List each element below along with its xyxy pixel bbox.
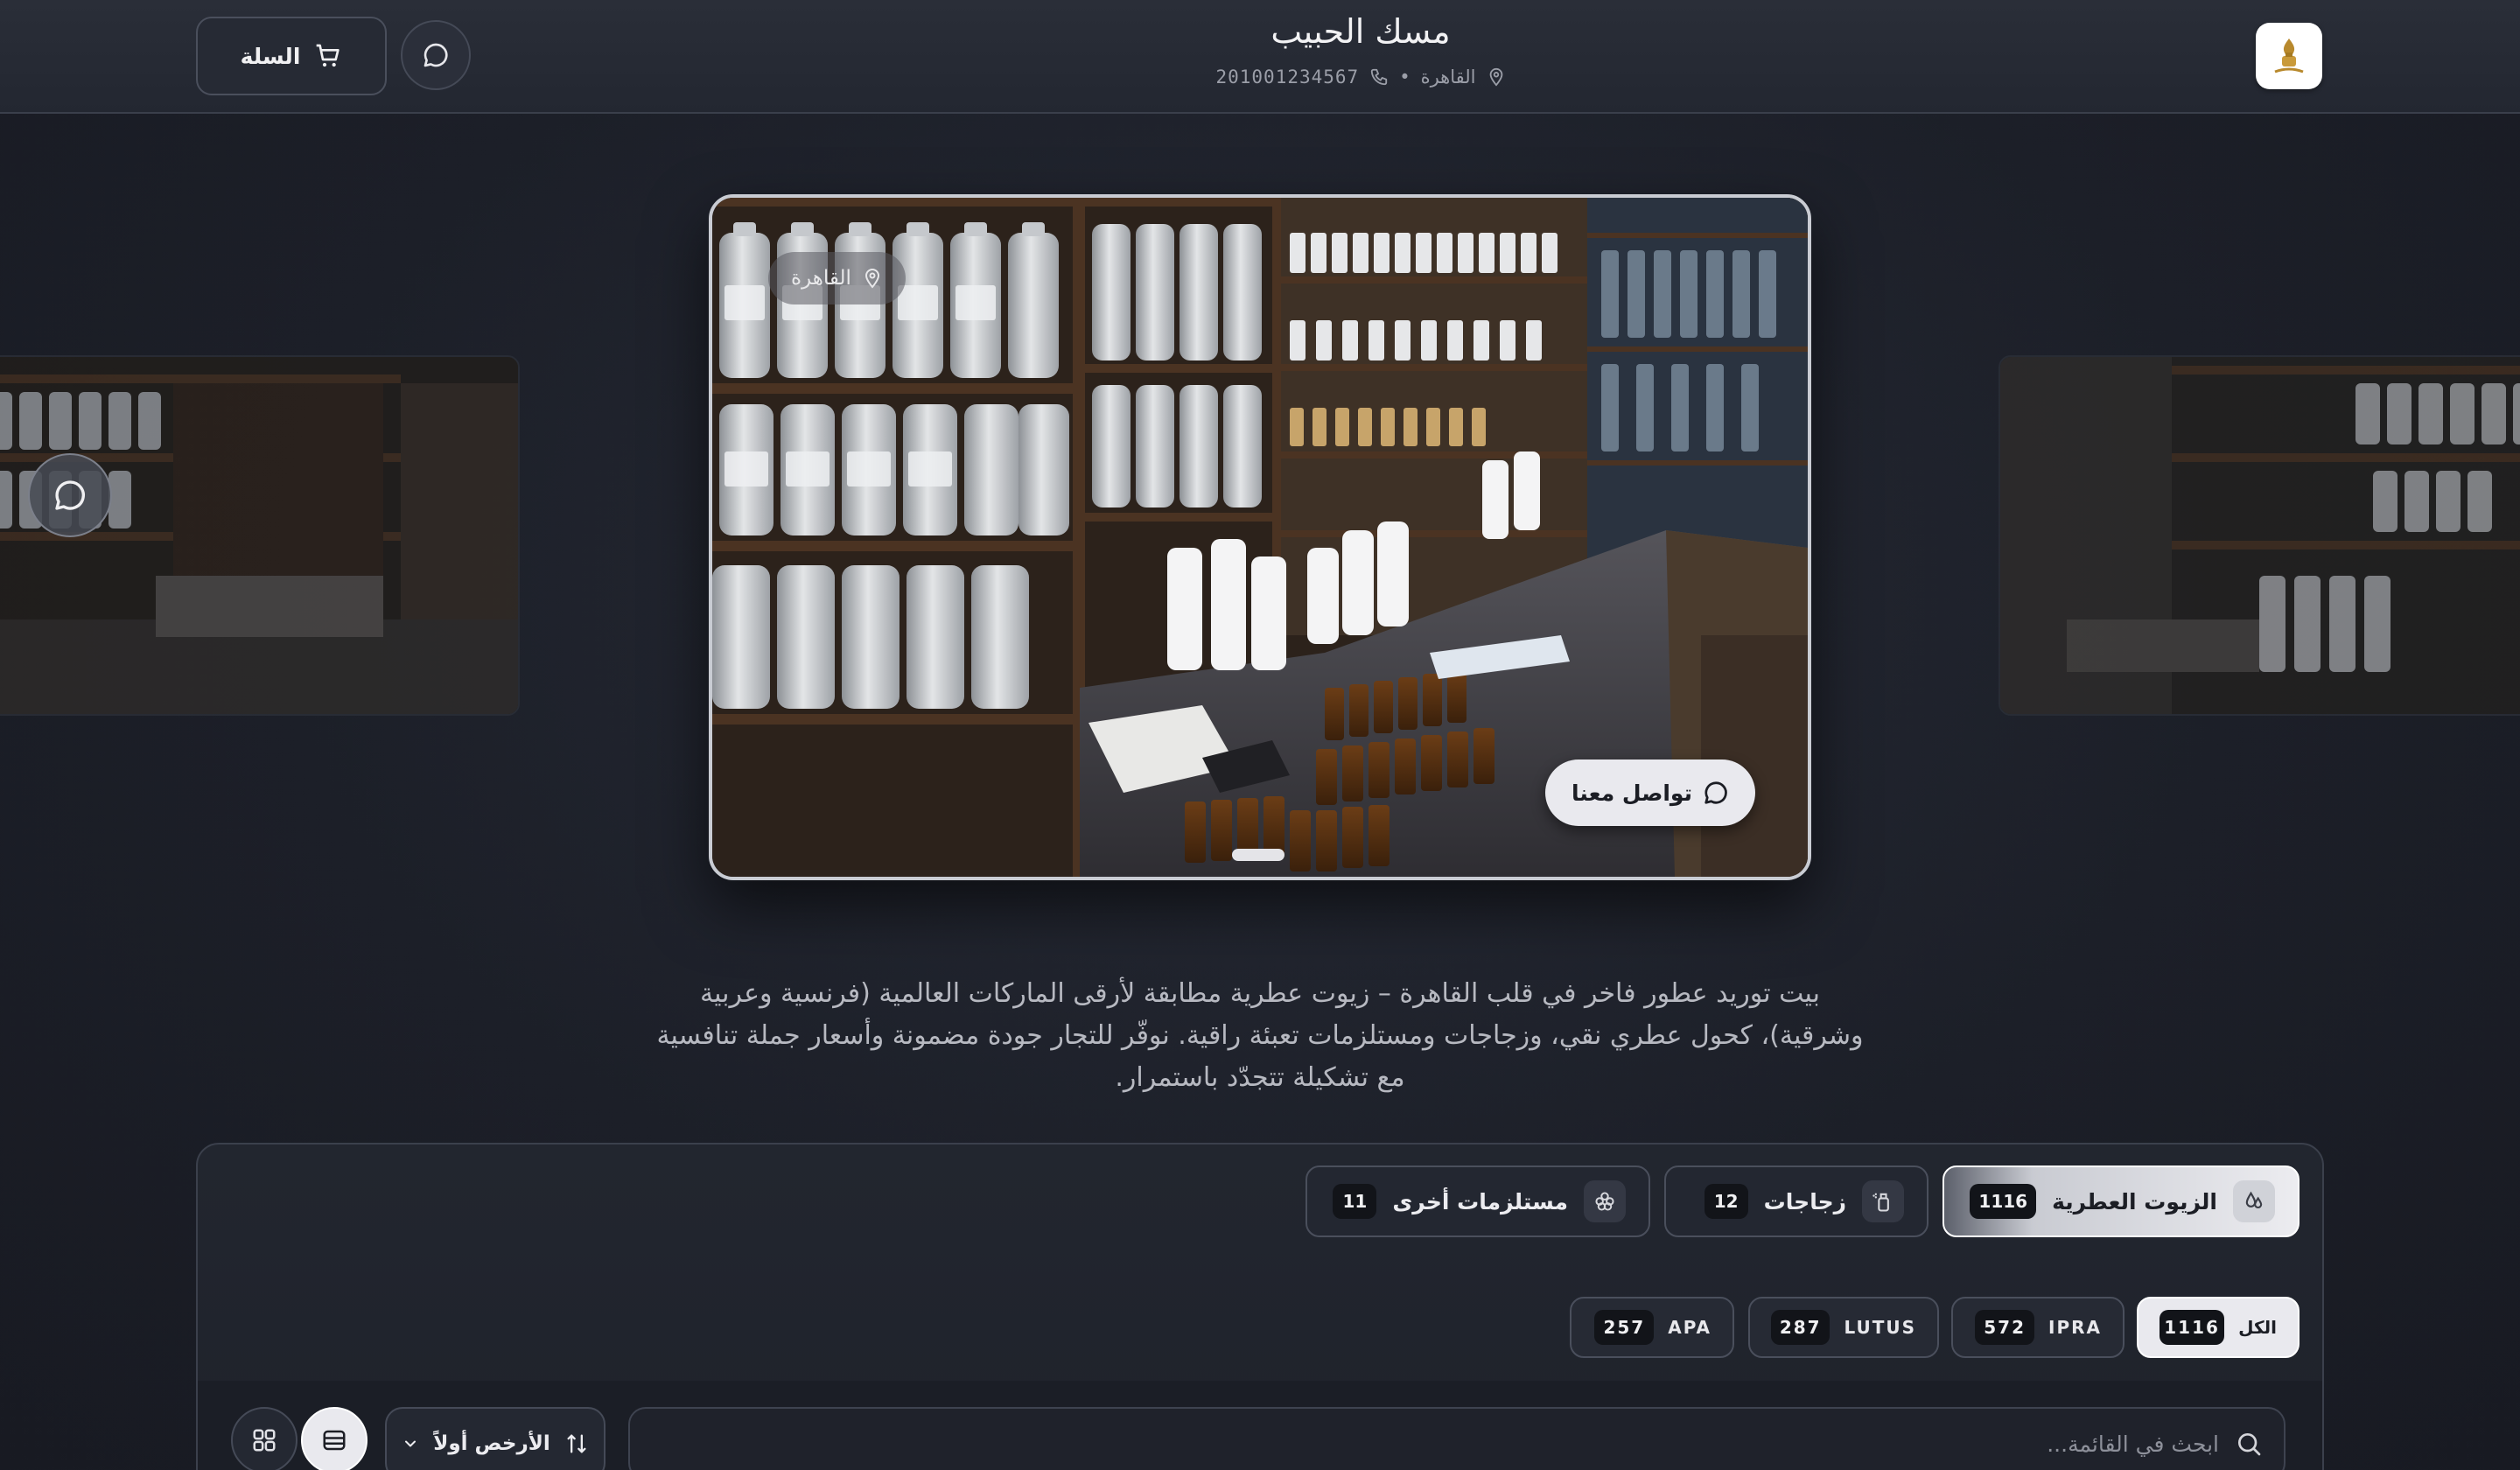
tab-count-badge: 1116 — [1970, 1184, 2037, 1219]
brand-logo-icon — [2274, 38, 2304, 74]
chat-bubble-icon — [1704, 781, 1727, 804]
meta-separator: • — [1399, 66, 1410, 88]
carousel-slide-active[interactable]: القاهرة تواصل معنا — [709, 194, 1811, 880]
brand-contact-line: القاهرة • 201001234567 — [1041, 66, 1680, 88]
carousel-dot-active[interactable] — [1232, 849, 1284, 861]
brand-location: القاهرة — [1420, 66, 1476, 88]
brand-chip-apa[interactable]: APA 257 — [1570, 1297, 1734, 1358]
top-header: مسك الحبيب القاهرة • 201001234567 السلة — [0, 0, 2520, 114]
spray-bottle-icon — [1862, 1180, 1904, 1222]
tab-other-supplies[interactable]: مستلزمات أخرى 11 — [1306, 1166, 1650, 1237]
tab-label: مستلزمات أخرى — [1392, 1188, 1568, 1214]
location-pin-icon — [1489, 67, 1502, 87]
list-view-icon — [323, 1430, 346, 1451]
sort-arrows-icon — [567, 1434, 586, 1453]
floating-chat-button[interactable] — [28, 453, 112, 537]
cart-button[interactable]: السلة — [196, 17, 387, 95]
brand-chip-ipra[interactable]: IPRA 572 — [1951, 1297, 2124, 1358]
grid-view-icon — [253, 1429, 276, 1452]
brand-count-badge: 287 — [1771, 1310, 1830, 1345]
grid-view-button[interactable] — [231, 1407, 298, 1470]
brand-chip-lutus[interactable]: LUTUS 287 — [1748, 1297, 1939, 1358]
brand-count-badge: 257 — [1594, 1310, 1655, 1345]
shop-photo-next — [2000, 357, 2520, 714]
location-chip-label: القاهرة — [791, 267, 851, 290]
tab-label: الزيوت العطرية — [2052, 1188, 2217, 1214]
contact-us-label: تواصل معنا — [1572, 780, 1692, 806]
carousel-pagination — [1232, 849, 1284, 861]
search-bar[interactable]: ابحث في القائمة... — [628, 1407, 2286, 1470]
phone-icon — [1371, 68, 1388, 86]
chevron-down-icon — [405, 1440, 416, 1447]
brand-count-badge: 572 — [1975, 1310, 2035, 1345]
tab-count-badge: 12 — [1704, 1184, 1748, 1219]
brand-count-badge: 1116 — [2160, 1310, 2225, 1345]
brand-logo[interactable] — [2256, 23, 2322, 89]
tab-essential-oils[interactable]: الزيوت العطرية 1116 — [1942, 1166, 2300, 1237]
brand-chip-label: IPRA — [2048, 1317, 2102, 1338]
brand-chip-label: APA — [1668, 1317, 1712, 1338]
chat-bubble-icon — [55, 480, 85, 510]
sort-button[interactable]: الأرخص أولاً — [385, 1407, 606, 1470]
cart-label: السلة — [240, 43, 301, 69]
drops-icon — [2233, 1180, 2275, 1222]
contact-us-button[interactable]: تواصل معنا — [1545, 760, 1755, 826]
sort-label: الأرخص أولاً — [433, 1432, 550, 1455]
search-placeholder: ابحث في القائمة... — [2047, 1431, 2219, 1457]
list-view-button[interactable] — [301, 1407, 368, 1470]
tab-label: زجاجات — [1763, 1188, 1846, 1214]
tab-bottles[interactable]: زجاجات 12 — [1664, 1166, 1928, 1237]
brand-name: مسك الحبيب — [1270, 12, 1451, 51]
store-description: بيت توريد عطور فاخر في قلب القاهرة – زيو… — [656, 978, 1864, 1093]
chat-button[interactable] — [401, 20, 471, 90]
flower-icon — [1584, 1180, 1626, 1222]
carousel-slide-next[interactable] — [1998, 355, 2520, 716]
brand-chip-label: LUTUS — [1844, 1317, 1916, 1338]
brand-chip-label: الكل — [2238, 1317, 2277, 1338]
tab-count-badge: 11 — [1333, 1184, 1377, 1219]
location-pin-icon — [864, 268, 879, 289]
chat-bubble-icon — [424, 43, 448, 67]
cart-icon — [317, 44, 340, 67]
brand-chip-all[interactable]: الكل 1116 — [2137, 1297, 2300, 1358]
brand-phone[interactable]: 201001234567 — [1215, 66, 1359, 88]
location-chip: القاهرة — [768, 252, 906, 304]
search-icon — [2238, 1433, 2261, 1456]
